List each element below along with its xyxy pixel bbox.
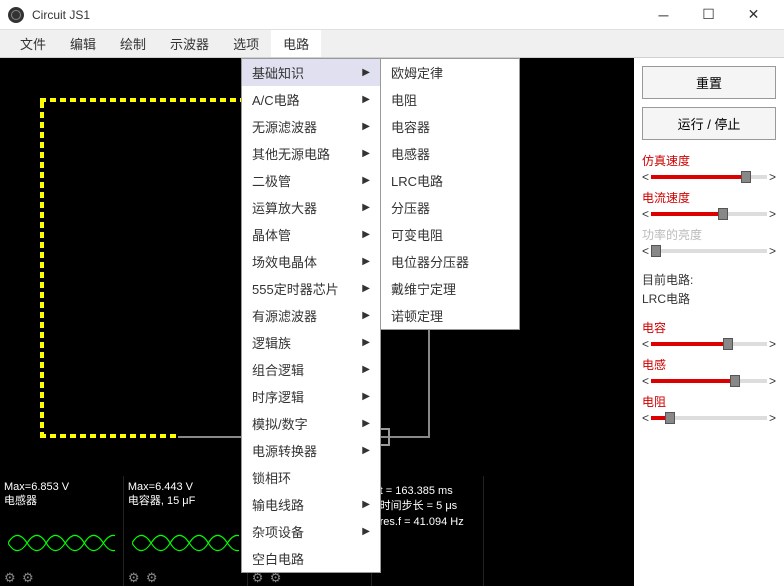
submenu-item[interactable]: 电阻 xyxy=(381,86,519,113)
submenu-item[interactable]: A/C电路▶ xyxy=(242,86,380,113)
submenu-item[interactable]: 电容器 xyxy=(381,113,519,140)
status-step: 时间步长 = 5 μs xyxy=(380,499,475,514)
window-title: Circuit JS1 xyxy=(32,8,641,22)
gear-icon[interactable]: ⚙ xyxy=(22,570,36,584)
circuit-canvas[interactable]: 100 基础知识▶A/C电路▶无源滤波器▶其他无源电路▶二极管▶运算放大器▶晶体… xyxy=(0,58,634,586)
submenu-item[interactable]: 无源滤波器▶ xyxy=(242,113,380,140)
scope-comp: 电容器, 15 μF xyxy=(128,494,243,508)
circuit-submenu: 基础知识▶A/C电路▶无源滤波器▶其他无源电路▶二极管▶运算放大器▶晶体管▶场效… xyxy=(241,58,381,573)
reset-button[interactable]: 重置 xyxy=(642,66,776,99)
status-panel: t = 163.385 ms 时间步长 = 5 μs res.f = 41.09… xyxy=(372,476,484,586)
gear-icon[interactable]: ⚙ xyxy=(146,570,160,584)
basics-submenu: 欧姆定律电阻电容器电感器LRC电路分压器可变电阻电位器分压器戴维宁定理诺顿定理 xyxy=(380,58,520,330)
menu-scope[interactable]: 示波器 xyxy=(158,30,221,57)
menu-circuit[interactable]: 电路 xyxy=(271,30,321,57)
submenu-item[interactable]: 戴维宁定理 xyxy=(381,275,519,302)
menu-file[interactable]: 文件 xyxy=(8,30,58,57)
menubar: 文件 编辑 绘制 示波器 选项 电路 xyxy=(0,30,784,58)
submenu-item[interactable]: 诺顿定理 xyxy=(381,302,519,329)
submenu-item[interactable]: LRC电路 xyxy=(381,167,519,194)
submenu-item[interactable]: 锁相环 xyxy=(242,464,380,491)
submenu-item[interactable]: 其他无源电路▶ xyxy=(242,140,380,167)
app-icon xyxy=(8,7,24,23)
side-panel: 重置 运行 / 停止 仿真速度<>电流速度<>功率的亮度<> 目前电路: LRC… xyxy=(634,58,784,586)
submenu-item[interactable]: 时序逻辑▶ xyxy=(242,383,380,410)
submenu-item[interactable]: 电感器 xyxy=(381,140,519,167)
wire[interactable] xyxy=(40,98,44,438)
submenu-item[interactable]: 有源滤波器▶ xyxy=(242,302,380,329)
runstop-button[interactable]: 运行 / 停止 xyxy=(642,107,776,140)
slider-label: 电容 xyxy=(642,319,776,336)
submenu-item[interactable]: 二极管▶ xyxy=(242,167,380,194)
gear-icon[interactable]: ⚙ xyxy=(4,570,18,584)
maximize-button[interactable]: ☐ xyxy=(686,0,731,30)
scope-max: Max=6.853 V xyxy=(4,480,119,494)
slider-label: 电阻 xyxy=(642,393,776,410)
scope-2[interactable]: Max=6.443 V 电容器, 15 μF ⚙ ⚙ xyxy=(124,476,248,586)
wire[interactable] xyxy=(40,434,180,438)
status-time: t = 163.385 ms xyxy=(380,484,475,499)
submenu-item[interactable]: 基础知识▶ xyxy=(242,59,380,86)
submenu-item[interactable]: 杂项设备▶ xyxy=(242,518,380,545)
close-button[interactable]: ✕ xyxy=(731,0,776,30)
slider[interactable]: <> xyxy=(642,410,776,426)
scope-1[interactable]: Max=6.853 V 电感器 ⚙ ⚙ xyxy=(0,476,124,586)
minimize-button[interactable]: ─ xyxy=(641,0,686,30)
status-freq: res.f = 41.094 Hz xyxy=(380,515,475,530)
submenu-item[interactable]: 分压器 xyxy=(381,194,519,221)
submenu-item[interactable]: 555定时器芯片▶ xyxy=(242,275,380,302)
gear-icon[interactable]: ⚙ xyxy=(128,570,142,584)
menu-draw[interactable]: 绘制 xyxy=(108,30,158,57)
submenu-item[interactable]: 运算放大器▶ xyxy=(242,194,380,221)
submenu-item[interactable]: 空白电路 xyxy=(242,545,380,572)
scope-comp: 电感器 xyxy=(4,494,119,508)
submenu-item[interactable]: 场效电晶体▶ xyxy=(242,248,380,275)
submenu-item[interactable]: 电位器分压器 xyxy=(381,248,519,275)
scope-max: Max=6.443 V xyxy=(128,480,243,494)
menu-edit[interactable]: 编辑 xyxy=(58,30,108,57)
current-circuit-value: LRC电路 xyxy=(642,290,776,307)
slider-label: 电流速度 xyxy=(642,189,776,206)
slider[interactable]: <> xyxy=(642,206,776,222)
current-circuit-label: 目前电路: xyxy=(642,271,776,288)
submenu-item[interactable]: 组合逻辑▶ xyxy=(242,356,380,383)
submenu-item[interactable]: 模拟/数字▶ xyxy=(242,410,380,437)
slider-label: 仿真速度 xyxy=(642,152,776,169)
submenu-item[interactable]: 欧姆定律 xyxy=(381,59,519,86)
submenu-item[interactable]: 晶体管▶ xyxy=(242,221,380,248)
submenu-item[interactable]: 电源转换器▶ xyxy=(242,437,380,464)
slider-label: 电感 xyxy=(642,356,776,373)
submenu-item[interactable]: 逻辑族▶ xyxy=(242,329,380,356)
slider[interactable]: <> xyxy=(642,169,776,185)
slider[interactable]: <> xyxy=(642,373,776,389)
menu-options[interactable]: 选项 xyxy=(221,30,271,57)
submenu-item[interactable]: 可变电阻 xyxy=(381,221,519,248)
slider[interactable]: <> xyxy=(642,336,776,352)
submenu-item[interactable]: 输电线路▶ xyxy=(242,491,380,518)
slider[interactable]: <> xyxy=(642,243,776,259)
slider-label: 功率的亮度 xyxy=(642,226,776,243)
